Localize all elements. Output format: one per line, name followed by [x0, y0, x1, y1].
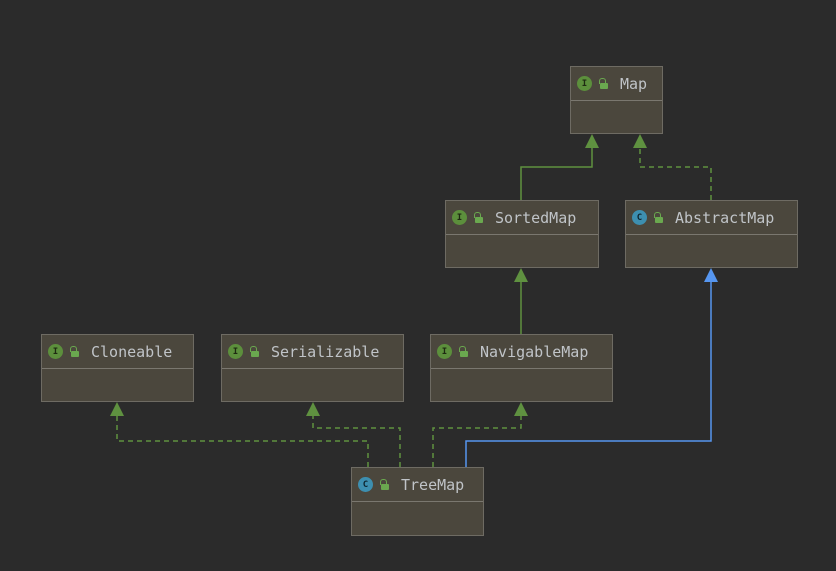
public-lock-icon	[379, 478, 389, 491]
arrowhead-abstractmap-to-map	[633, 134, 647, 148]
interface-badge-icon: I	[577, 76, 592, 91]
interface-badge-icon: I	[452, 210, 467, 225]
interface-badge-icon: I	[437, 344, 452, 359]
node-treemap[interactable]: C TreeMap	[351, 467, 484, 536]
node-navigablemap-header: I NavigableMap	[431, 335, 612, 369]
node-navigablemap[interactable]: I NavigableMap	[430, 334, 613, 402]
node-map[interactable]: I Map	[570, 66, 663, 134]
node-serializable-title: Serializable	[271, 342, 380, 361]
node-map-title: Map	[620, 74, 648, 93]
node-sortedmap-header: I SortedMap	[446, 201, 598, 235]
arrowhead-treemap-to-navigablemap	[514, 402, 528, 416]
class-badge-icon: C	[358, 477, 373, 492]
edge-abstractmap-to-map	[639, 136, 712, 200]
interface-badge-icon: I	[228, 344, 243, 359]
public-lock-icon	[653, 211, 663, 224]
abstract-class-badge-icon: C	[632, 210, 647, 225]
node-sortedmap-title: SortedMap	[495, 208, 577, 227]
uml-diagram-canvas: I Map I SortedMap C AbstractMap I Clonea…	[0, 0, 836, 571]
node-serializable[interactable]: I Serializable	[221, 334, 404, 402]
node-cloneable[interactable]: I Cloneable	[41, 334, 194, 402]
node-abstractmap-header: C AbstractMap	[626, 201, 797, 235]
public-lock-icon	[249, 345, 259, 358]
node-sortedmap[interactable]: I SortedMap	[445, 200, 599, 268]
node-map-header: I Map	[571, 67, 662, 101]
node-treemap-header: C TreeMap	[352, 468, 483, 502]
arrowhead-treemap-to-serializable	[306, 402, 320, 416]
arrowhead-treemap-to-cloneable	[110, 402, 124, 416]
edge-treemap-to-cloneable	[116, 404, 369, 467]
node-treemap-title: TreeMap	[401, 475, 465, 494]
node-abstractmap[interactable]: C AbstractMap	[625, 200, 798, 268]
node-abstractmap-title: AbstractMap	[675, 208, 775, 227]
node-cloneable-title: Cloneable	[91, 342, 173, 361]
edge-treemap-to-navigablemap	[432, 404, 522, 467]
interface-badge-icon: I	[48, 344, 63, 359]
public-lock-icon	[473, 211, 483, 224]
node-cloneable-header: I Cloneable	[42, 335, 193, 369]
public-lock-icon	[458, 345, 468, 358]
edge-treemap-to-serializable	[312, 404, 401, 467]
public-lock-icon	[598, 77, 608, 90]
edge-sortedmap-to-map	[520, 136, 593, 200]
arrowhead-sortedmap-to-map	[585, 134, 599, 148]
node-serializable-header: I Serializable	[222, 335, 403, 369]
arrowhead-navigablemap-to-sortedmap	[514, 268, 528, 282]
arrowhead-treemap-to-abstractmap	[704, 268, 718, 282]
public-lock-icon	[69, 345, 79, 358]
node-navigablemap-title: NavigableMap	[480, 342, 589, 361]
